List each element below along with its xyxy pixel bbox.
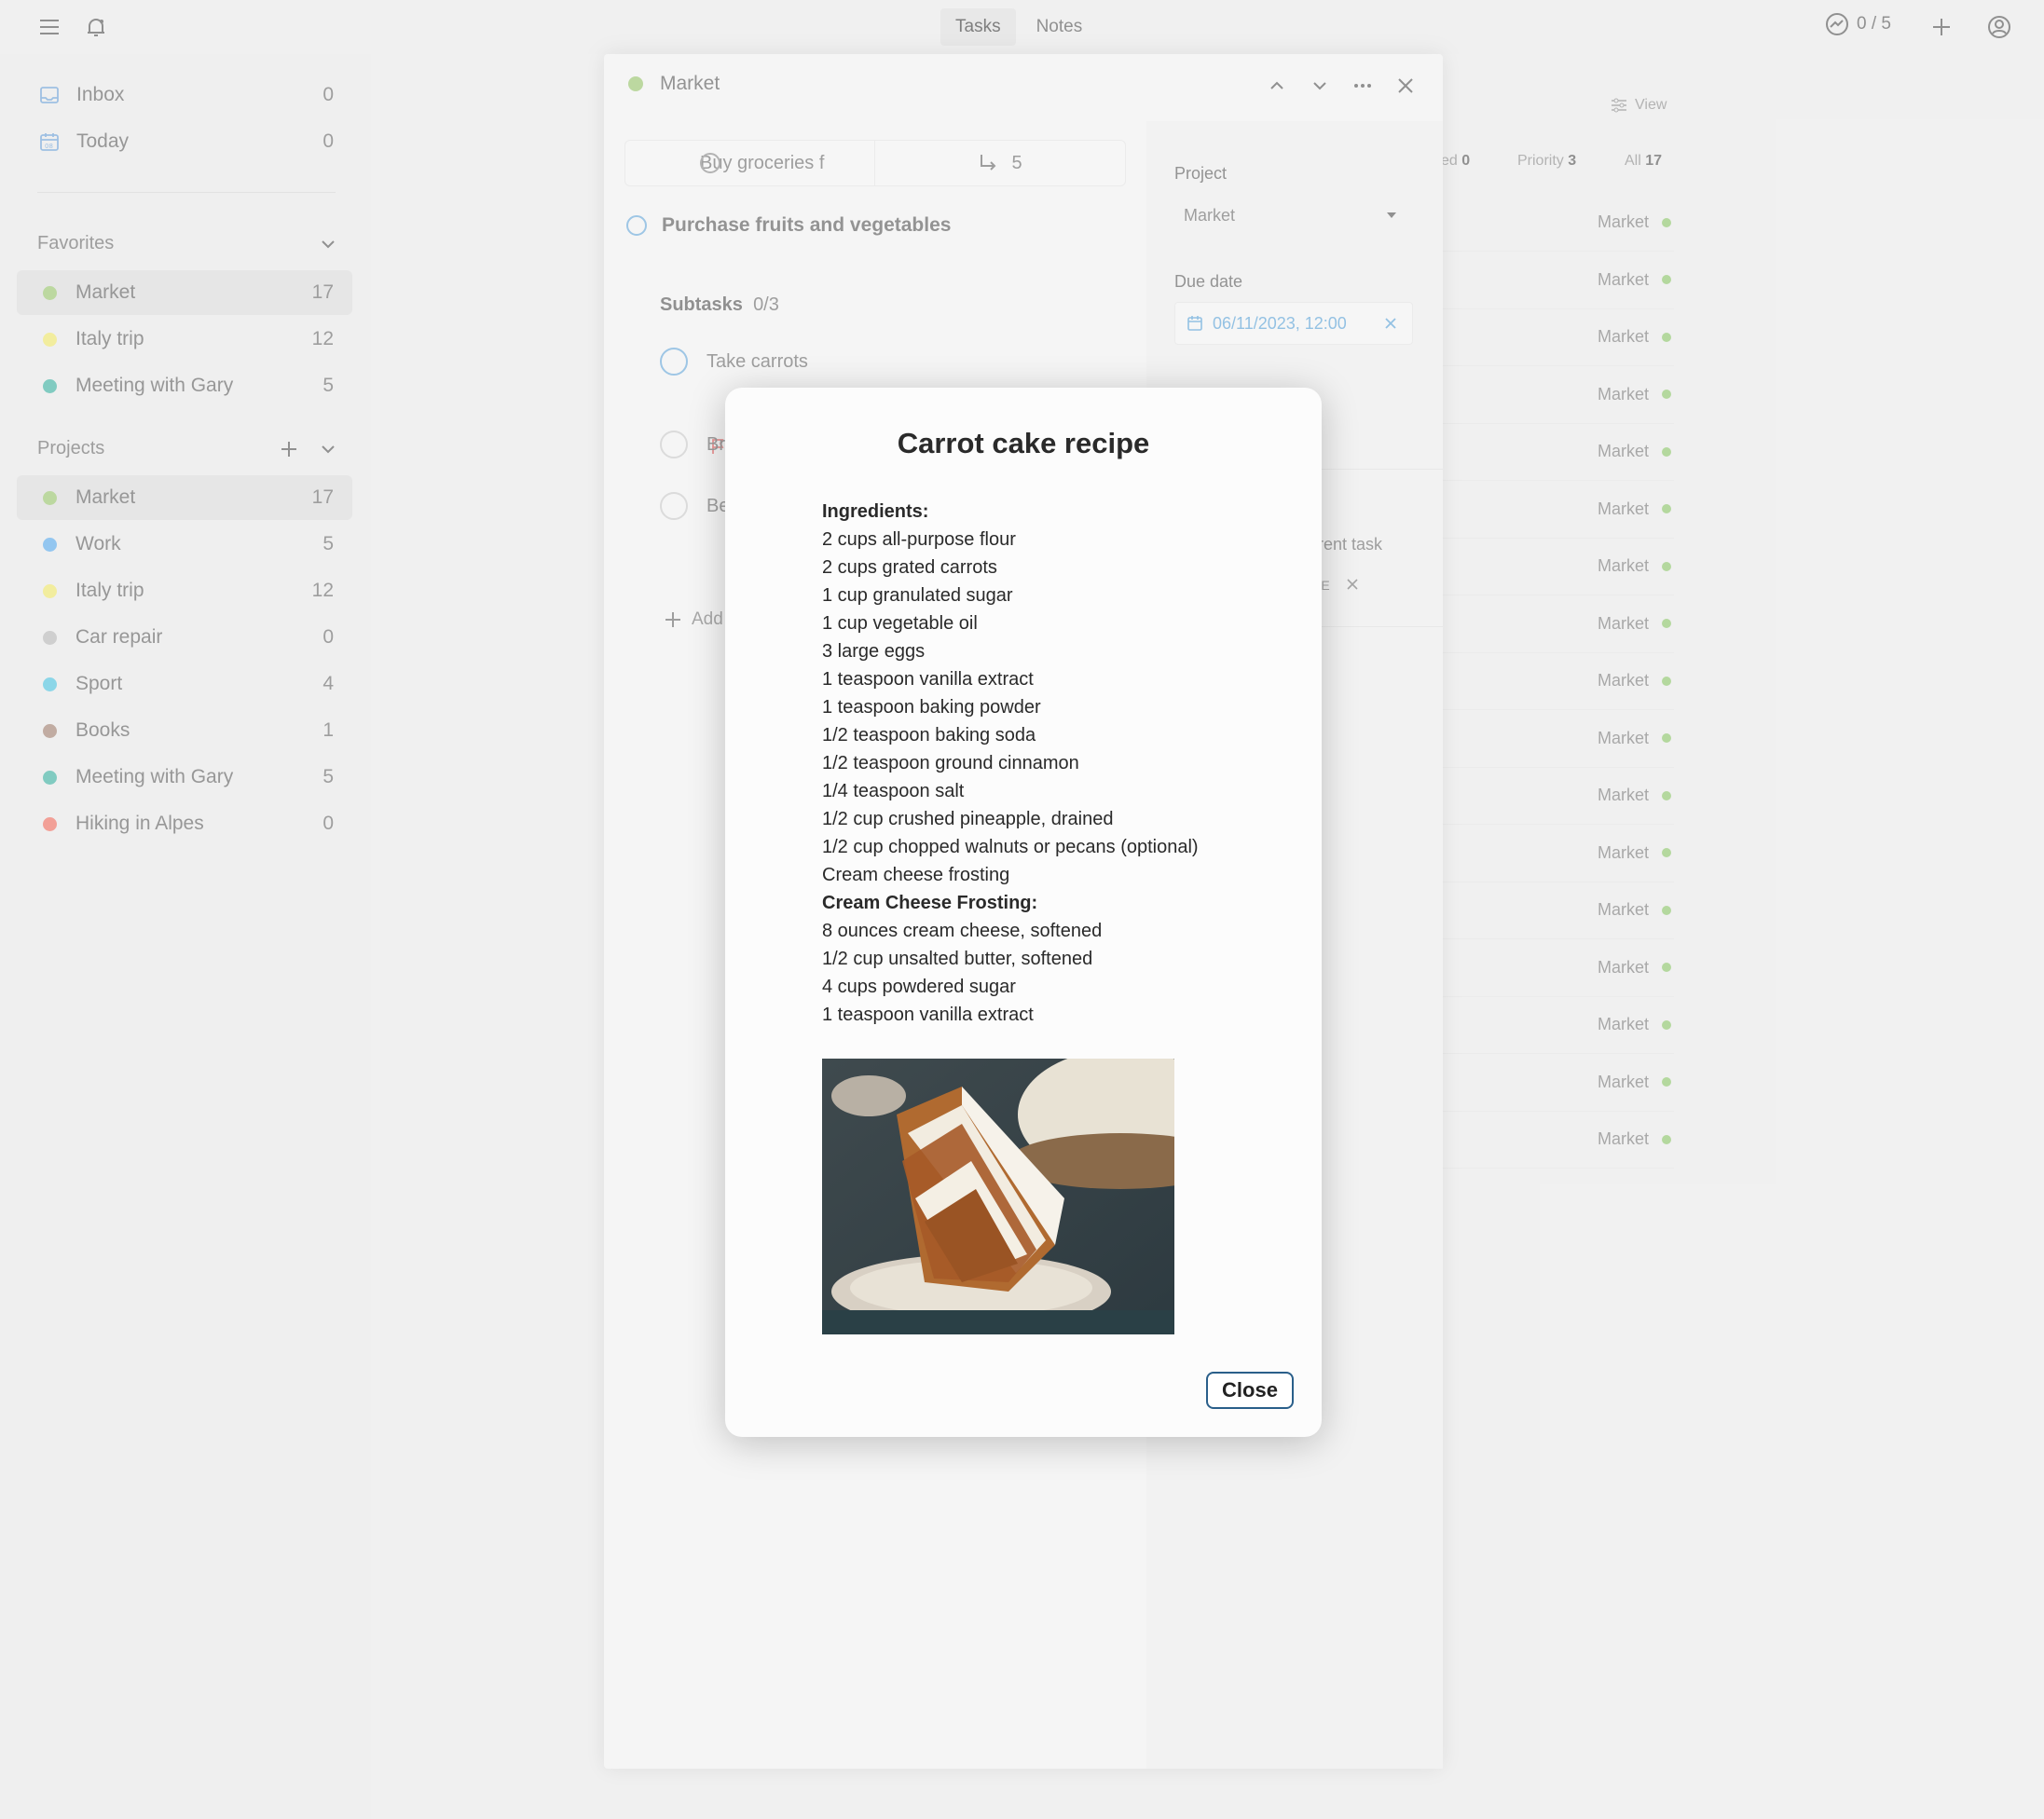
recipe-content: Ingredients: 2 cups all-purpose flour 2 c… xyxy=(822,498,1288,1029)
ingredient-line: Cream cheese frosting xyxy=(822,865,1010,885)
frosting-heading: Cream Cheese Frosting: xyxy=(822,893,1038,913)
frosting-line: 1 teaspoon vanilla extract xyxy=(822,1005,1034,1025)
ingredient-line: 1 cup granulated sugar xyxy=(822,585,1013,606)
dialog-title: Carrot cake recipe xyxy=(897,427,1150,459)
recipe-dialog: Carrot cake recipe Ingredients: 2 cups a… xyxy=(725,388,1322,1437)
ingredient-line: 1/4 teaspoon salt xyxy=(822,781,965,801)
ingredient-line: 1 teaspoon baking powder xyxy=(822,697,1041,718)
ingredient-line: 2 cups grated carrots xyxy=(822,557,997,578)
carrot-cake-photo xyxy=(822,1059,1174,1334)
ingredient-line: 1/2 cup chopped walnuts or pecans (optio… xyxy=(822,837,1199,857)
frosting-line: 8 ounces cream cheese, softened xyxy=(822,921,1103,941)
ingredient-line: 2 cups all-purpose flour xyxy=(822,529,1016,550)
ingredients-list: 2 cups all-purpose flour 2 cups grated ca… xyxy=(822,526,1288,889)
ingredient-line: 1 teaspoon vanilla extract xyxy=(822,669,1034,690)
ingredient-line: 3 large eggs xyxy=(822,641,926,662)
ingredients-heading: Ingredients: xyxy=(822,501,929,522)
frosting-list: 8 ounces cream cheese, softened 1/2 cup u… xyxy=(822,917,1288,1029)
ingredient-line: 1/2 teaspoon baking soda xyxy=(822,725,1036,745)
close-button[interactable]: Close xyxy=(1206,1372,1294,1409)
frosting-line: 4 cups powdered sugar xyxy=(822,977,1016,997)
ingredient-line: 1/2 cup crushed pineapple, drained xyxy=(822,809,1114,829)
ingredient-line: 1/2 teaspoon ground cinnamon xyxy=(822,753,1079,773)
ingredient-line: 1 cup vegetable oil xyxy=(822,613,978,634)
frosting-line: 1/2 cup unsalted butter, softened xyxy=(822,949,1093,969)
